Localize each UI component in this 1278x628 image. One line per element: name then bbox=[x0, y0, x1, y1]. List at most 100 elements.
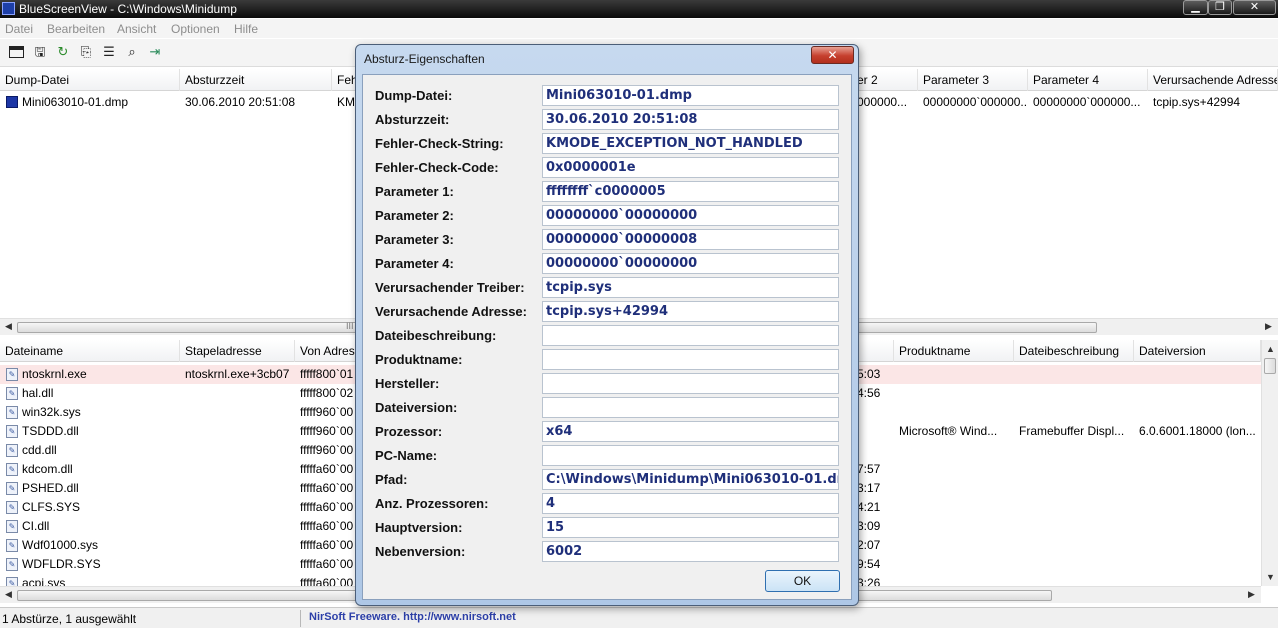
column-header-dump-datei[interactable]: Dump-Datei bbox=[0, 69, 180, 91]
property-value-field[interactable]: C:\Windows\Minidump\Mini063010-01.dmp bbox=[542, 469, 839, 490]
property-label: Prozessor: bbox=[375, 424, 443, 439]
minimize-button[interactable]: ▁ bbox=[1183, 0, 1208, 15]
property-value-field[interactable] bbox=[542, 445, 839, 466]
column-header-stapeladresse[interactable]: Stapeladresse bbox=[180, 340, 295, 362]
dialog-close-button[interactable]: ✕ bbox=[811, 46, 854, 64]
crash-parameter-3: 00000000`000000... bbox=[923, 95, 1027, 109]
driver-timestamp-fragment: 4:21 bbox=[857, 500, 881, 514]
property-value-field[interactable]: Mini063010-01.dmp bbox=[542, 85, 839, 106]
property-value-field[interactable]: 00000000`00000008 bbox=[542, 229, 839, 250]
driver-from-address: fffff800`01 bbox=[300, 367, 354, 381]
column-header-verursachende-adresse[interactable]: Verursachende Adresse bbox=[1148, 69, 1278, 91]
driver-from-address: fffff800`02 bbox=[300, 386, 354, 400]
property-row: Parameter 1: ffffffff`c0000005 bbox=[363, 181, 853, 203]
html-report-icon[interactable] bbox=[9, 46, 24, 58]
scroll-right-arrow-icon[interactable]: ▶ bbox=[1265, 321, 1272, 332]
crash-parameter-4: 00000000`000000... bbox=[1033, 95, 1141, 109]
find-icon[interactable]: ⌕ bbox=[124, 44, 140, 60]
property-label: Dateibeschreibung: bbox=[375, 328, 497, 343]
driver-timestamp-fragment: 3:17 bbox=[857, 481, 881, 495]
property-value-field[interactable] bbox=[542, 325, 839, 346]
refresh-icon[interactable]: ↻ bbox=[55, 44, 71, 60]
property-label: Dump-Datei: bbox=[375, 88, 453, 103]
property-value-field[interactable]: 15 bbox=[542, 517, 839, 538]
property-value-field[interactable]: 00000000`00000000 bbox=[542, 205, 839, 226]
column-header-absturzzeit[interactable]: Absturzzeit bbox=[180, 69, 332, 91]
status-bar: 1 Abstürze, 1 ausgewählt NirSoft Freewar… bbox=[0, 607, 1278, 628]
property-value-field[interactable]: 0x0000001e bbox=[542, 157, 839, 178]
save-icon[interactable]: 🖫 bbox=[32, 44, 48, 60]
driver-file-name: WDFLDR.SYS bbox=[22, 557, 101, 571]
driver-file-name: Wdf01000.sys bbox=[22, 538, 99, 552]
dump-file-icon bbox=[6, 96, 18, 108]
app-icon bbox=[2, 2, 15, 15]
column-header-dateibeschreibung[interactable]: Dateibeschreibung bbox=[1014, 340, 1134, 362]
property-row: Parameter 4: 00000000`00000000 bbox=[363, 253, 853, 275]
column-header-produktname[interactable]: Produktname bbox=[894, 340, 1014, 362]
exit-icon[interactable]: ⇥ bbox=[147, 44, 163, 60]
scroll-right-arrow-icon-2[interactable]: ▶ bbox=[1248, 589, 1255, 600]
property-row: Pfad: C:\Windows\Minidump\Mini063010-01.d… bbox=[363, 469, 853, 491]
properties-icon[interactable]: ☰ bbox=[101, 44, 117, 60]
driver-list-vscroll-thumb[interactable] bbox=[1264, 358, 1276, 374]
property-row: Absturzzeit: 30.06.2010 20:51:08 bbox=[363, 109, 853, 131]
property-label: Pfad: bbox=[375, 472, 408, 487]
column-header-parameter-2[interactable]: er 2 bbox=[852, 69, 918, 91]
property-value-field[interactable]: tcpip.sys bbox=[542, 277, 839, 298]
driver-file-name: TSDDD.dll bbox=[22, 424, 79, 438]
property-value-field[interactable]: x64 bbox=[542, 421, 839, 442]
menu-bearbeiten[interactable]: Bearbeiten bbox=[47, 22, 105, 36]
driver-product-name: Microsoft® Wind... bbox=[899, 424, 998, 438]
bluescreenview-window: BlueScreenView - C:\Windows\Minidump ▁ ❐… bbox=[0, 0, 1278, 628]
property-value-field[interactable]: KMODE_EXCEPTION_NOT_HANDLED bbox=[542, 133, 839, 154]
driver-from-address: fffffa60`00 bbox=[300, 462, 354, 476]
driver-stack-address: ntoskrnl.exe+3cb07 bbox=[185, 367, 290, 381]
driver-timestamp-fragment: 4:56 bbox=[857, 386, 881, 400]
property-value-field[interactable]: tcpip.sys+42994 bbox=[542, 301, 839, 322]
menu-hilfe[interactable]: Hilfe bbox=[234, 22, 258, 36]
driver-file-name: hal.dll bbox=[22, 386, 54, 400]
driver-file-description: Framebuffer Displ... bbox=[1019, 424, 1125, 438]
property-value-field[interactable]: 00000000`00000000 bbox=[542, 253, 839, 274]
column-header-dateiname[interactable]: Dateiname bbox=[0, 340, 180, 362]
properties-dialog: Absturz-Eigenschaften ✕ Dump-Datei: Mini0… bbox=[355, 44, 859, 606]
driver-file-icon: ✎ bbox=[6, 501, 18, 514]
property-value-field[interactable]: ffffffff`c0000005 bbox=[542, 181, 839, 202]
menu-optionen[interactable]: Optionen bbox=[171, 22, 220, 36]
property-value-field[interactable]: 6002 bbox=[542, 541, 839, 562]
menu-datei[interactable]: Datei bbox=[5, 22, 33, 36]
crash-caused-by-address: tcpip.sys+42994 bbox=[1153, 95, 1241, 109]
menu-bar: Datei Bearbeiten Ansicht Optionen Hilfe bbox=[0, 19, 1278, 38]
ok-button[interactable]: OK bbox=[765, 570, 840, 592]
driver-list-vertical-scrollbar[interactable]: ▲ ▼ bbox=[1261, 340, 1278, 586]
scroll-down-arrow-icon[interactable]: ▼ bbox=[1266, 572, 1275, 582]
driver-from-address: fffff960`00 bbox=[300, 424, 354, 438]
property-row: Hersteller: bbox=[363, 373, 853, 395]
column-header-von-adresse[interactable]: Von Adres bbox=[295, 340, 357, 362]
maximize-button[interactable]: ❐ bbox=[1208, 0, 1232, 15]
property-value-field[interactable] bbox=[542, 397, 839, 418]
property-label: Absturzzeit: bbox=[375, 112, 450, 127]
property-label: Parameter 2: bbox=[375, 208, 454, 223]
driver-file-icon: ✎ bbox=[6, 425, 18, 438]
column-header-parameter-4[interactable]: Parameter 4 bbox=[1028, 69, 1148, 91]
close-window-button[interactable]: ✕ bbox=[1233, 0, 1276, 15]
property-label: Parameter 1: bbox=[375, 184, 454, 199]
column-header-parameter-3[interactable]: Parameter 3 bbox=[918, 69, 1028, 91]
driver-file-icon: ✎ bbox=[6, 368, 18, 381]
crash-bugcheck-string: KM bbox=[337, 95, 355, 109]
nirsoft-link[interactable]: NirSoft Freeware. http://www.nirsoft.net bbox=[309, 611, 516, 623]
property-row: Verursachender Treiber: tcpip.sys bbox=[363, 277, 853, 299]
scroll-left-arrow-icon-2[interactable]: ◀ bbox=[5, 589, 12, 600]
menu-ansicht[interactable]: Ansicht bbox=[117, 22, 156, 36]
column-header-dateiversion[interactable]: Dateiversion bbox=[1134, 340, 1261, 362]
scroll-left-arrow-icon[interactable]: ◀ bbox=[5, 321, 12, 332]
property-value-field[interactable]: 4 bbox=[542, 493, 839, 514]
window-title: BlueScreenView - C:\Windows\Minidump bbox=[19, 2, 237, 16]
scroll-up-arrow-icon[interactable]: ▲ bbox=[1266, 344, 1275, 354]
driver-file-icon: ✎ bbox=[6, 558, 18, 571]
property-value-field[interactable] bbox=[542, 373, 839, 394]
copy-icon[interactable]: ⎘ bbox=[78, 44, 94, 60]
property-value-field[interactable] bbox=[542, 349, 839, 370]
property-value-field[interactable]: 30.06.2010 20:51:08 bbox=[542, 109, 839, 130]
